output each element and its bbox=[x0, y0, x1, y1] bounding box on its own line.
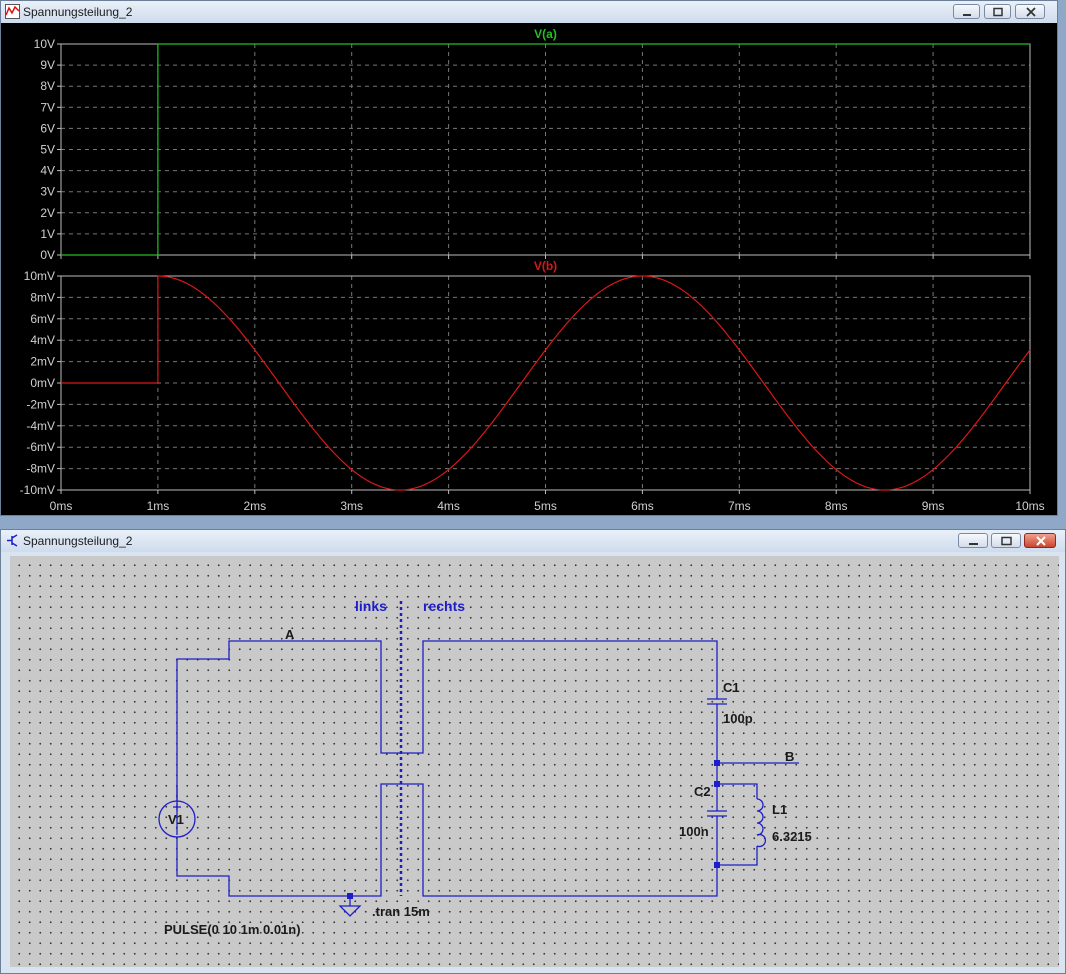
v1-name[interactable]: V1 bbox=[168, 812, 184, 827]
y-tick-label: 3V bbox=[40, 185, 55, 199]
l1-value[interactable]: 6.3215 bbox=[772, 829, 812, 844]
y-tick-label: 8V bbox=[40, 79, 55, 93]
schematic-icon bbox=[7, 534, 18, 547]
y-tick-label: -8mV bbox=[26, 462, 55, 476]
junction-dot bbox=[714, 760, 720, 766]
x-tick-label: 2ms bbox=[243, 499, 266, 513]
l1-name[interactable]: L1 bbox=[772, 802, 787, 817]
node-label-b[interactable]: B bbox=[785, 749, 794, 764]
plot-background bbox=[1, 23, 1057, 515]
wire[interactable] bbox=[176, 783, 403, 897]
y-tick-label: 4mV bbox=[30, 333, 55, 347]
wire[interactable] bbox=[176, 640, 403, 835]
y-tick-label: 6V bbox=[40, 121, 55, 135]
y-tick-label: 2mV bbox=[30, 355, 55, 369]
wire[interactable] bbox=[403, 640, 718, 754]
schematic-window: Spannungsteilung_2 links rechts A B C1 1… bbox=[0, 529, 1066, 974]
y-tick-label: 7V bbox=[40, 100, 55, 114]
y-tick-label: 5V bbox=[40, 143, 55, 157]
label-rechts: rechts bbox=[423, 598, 466, 614]
y-tick-label: 0mV bbox=[30, 376, 55, 390]
y-tick-label: 8mV bbox=[30, 290, 55, 304]
junction-dot bbox=[714, 862, 720, 868]
l1-inductor-coil bbox=[756, 798, 767, 848]
x-tick-label: 5ms bbox=[534, 499, 557, 513]
wire[interactable] bbox=[403, 783, 718, 897]
y-tick-label: 9V bbox=[40, 58, 55, 72]
tran-directive[interactable]: .tran 15m bbox=[372, 904, 430, 919]
y-tick-label: -10mV bbox=[20, 483, 55, 497]
x-tick-label: 4ms bbox=[437, 499, 460, 513]
ground-icon bbox=[338, 905, 362, 917]
c2-name[interactable]: C2 bbox=[694, 784, 711, 799]
maximize-icon bbox=[1001, 536, 1012, 546]
waveform-plot-area[interactable]: 10V 9V 8V 7V 6V 5V 4V 3V 2V 1V 0V V(a) 10mV 8mV 6mV 4mV… bbox=[1, 1, 1057, 515]
y-tick-label: -6mV bbox=[26, 440, 55, 454]
y-tick-label: 10mV bbox=[24, 269, 55, 283]
minimize-button[interactable] bbox=[958, 533, 988, 548]
close-button[interactable] bbox=[1024, 533, 1056, 548]
x-tick-label: 6ms bbox=[631, 499, 654, 513]
trace-title[interactable]: V(a) bbox=[534, 27, 557, 41]
minimize-icon bbox=[969, 543, 978, 545]
x-tick-label: 9ms bbox=[922, 499, 945, 513]
x-tick-label: 10ms bbox=[1015, 499, 1044, 513]
c2-value[interactable]: 100n bbox=[679, 824, 709, 839]
y-tick-label: 4V bbox=[40, 164, 55, 178]
schematic-titlebar[interactable]: Spannungsteilung_2 bbox=[1, 530, 1065, 552]
schematic-canvas[interactable]: links rechts A B C1 100p C2 100n L1 6.32… bbox=[10, 556, 1059, 967]
junction-dot bbox=[714, 781, 720, 787]
wire[interactable] bbox=[717, 846, 758, 866]
c1-name[interactable]: C1 bbox=[723, 680, 740, 695]
schematic-drawing bbox=[158, 601, 799, 917]
x-tick-label: 0ms bbox=[50, 499, 73, 513]
schematic-window-title: Spannungsteilung_2 bbox=[23, 534, 133, 548]
y-tick-label: 2V bbox=[40, 206, 55, 220]
y-tick-label: -2mV bbox=[26, 397, 55, 411]
node-label-a[interactable]: A bbox=[285, 627, 294, 642]
y-tick-label: -4mV bbox=[26, 419, 55, 433]
wire[interactable] bbox=[717, 783, 758, 799]
maximize-button[interactable] bbox=[991, 533, 1021, 548]
waveform-window: Spannungsteilung_2 10V 9V 8V 7V 6V 5V 4V 3V 2V 1V… bbox=[0, 0, 1058, 516]
c1-value[interactable]: 100p bbox=[723, 711, 753, 726]
y-tick-label: 10V bbox=[34, 37, 55, 51]
x-tick-label: 1ms bbox=[147, 499, 170, 513]
v1-source-value[interactable]: PULSE(0 10 1m 0.01n) bbox=[164, 922, 301, 937]
junction-dot bbox=[347, 893, 353, 899]
x-tick-label: 7ms bbox=[728, 499, 751, 513]
close-icon bbox=[1036, 536, 1046, 546]
y-tick-label: 6mV bbox=[30, 312, 55, 326]
y-tick-label: 0V bbox=[40, 248, 55, 262]
trace-title[interactable]: V(b) bbox=[534, 259, 557, 273]
y-tick-label: 1V bbox=[40, 227, 55, 241]
x-tick-label: 8ms bbox=[825, 499, 848, 513]
label-links: links bbox=[355, 598, 387, 614]
x-tick-label: 3ms bbox=[340, 499, 363, 513]
